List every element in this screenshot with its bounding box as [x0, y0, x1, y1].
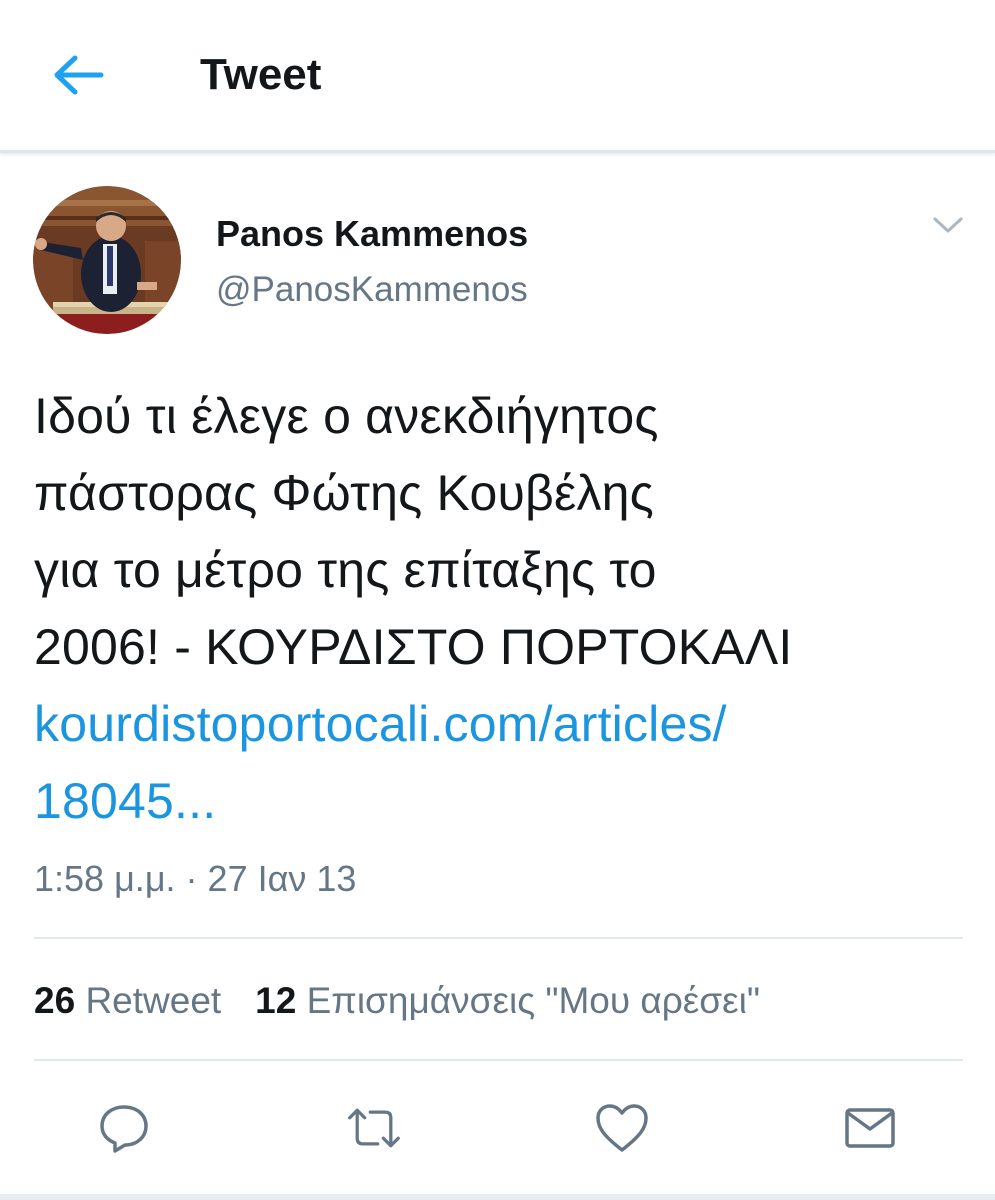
- tweet-text-line: 2006! - ΚΟΥΡΔΙΣΤΟ ΠΟΡΤΟΚΑΛΙ: [34, 619, 793, 675]
- share-button[interactable]: [842, 1100, 898, 1156]
- likes-stat[interactable]: 12 Επισημάνσεις "Μου αρέσει": [255, 980, 760, 1021]
- back-button[interactable]: [48, 48, 108, 102]
- tweet-text: Ιδού τι έλεγε ο ανεκδιήγητος πάστορας Φώ…: [34, 378, 964, 840]
- likes-label: Επισημάνσεις "Μου αρέσει": [306, 980, 760, 1021]
- tweet-text-line: πάστορας Φώτης Κουβέλης: [34, 465, 654, 521]
- avatar[interactable]: [33, 186, 181, 334]
- tweet-link[interactable]: kourdistoportocali.com/articles/ 18045..…: [34, 686, 964, 840]
- tweet-stats: 26 Retweet 12 Επισημάνσεις "Μου αρέσει": [34, 978, 760, 1024]
- envelope-icon: [845, 1108, 895, 1148]
- divider: [34, 1059, 963, 1061]
- like-button[interactable]: [594, 1100, 650, 1156]
- retweet-button[interactable]: [346, 1100, 402, 1156]
- top-bar: Tweet: [0, 0, 995, 153]
- avatar-photo: [33, 186, 181, 334]
- tweet-text-line: για το μέτρο της επίταξης το: [34, 542, 657, 598]
- reply-button[interactable]: [96, 1100, 152, 1156]
- retweets-label: Retweet: [85, 980, 222, 1021]
- author-display-name[interactable]: Panos Kammenos: [216, 212, 528, 256]
- divider: [34, 937, 963, 939]
- retweet-icon: [348, 1108, 400, 1148]
- likes-count: 12: [255, 980, 297, 1021]
- tweet-options-button[interactable]: [930, 210, 966, 240]
- arrow-left-icon: [54, 55, 104, 95]
- retweets-stat[interactable]: 26 Retweet: [34, 980, 221, 1021]
- author-handle[interactable]: @PanosKammenos: [216, 268, 528, 312]
- reply-icon: [100, 1105, 148, 1153]
- heart-icon: [596, 1104, 648, 1152]
- retweets-count: 26: [34, 980, 76, 1021]
- tweet-link-line[interactable]: kourdistoportocali.com/articles/: [34, 686, 964, 763]
- chevron-down-icon: [933, 217, 963, 233]
- tweet-text-line: Ιδού τι έλεγε ο ανεκδιήγητος: [34, 388, 659, 444]
- tweet-link-line[interactable]: 18045...: [34, 763, 964, 840]
- tweet-timestamp: 1:58 μ.μ. · 27 Ιαν 13: [34, 858, 357, 899]
- page-title: Tweet: [200, 50, 322, 99]
- bottom-edge: [0, 1194, 995, 1200]
